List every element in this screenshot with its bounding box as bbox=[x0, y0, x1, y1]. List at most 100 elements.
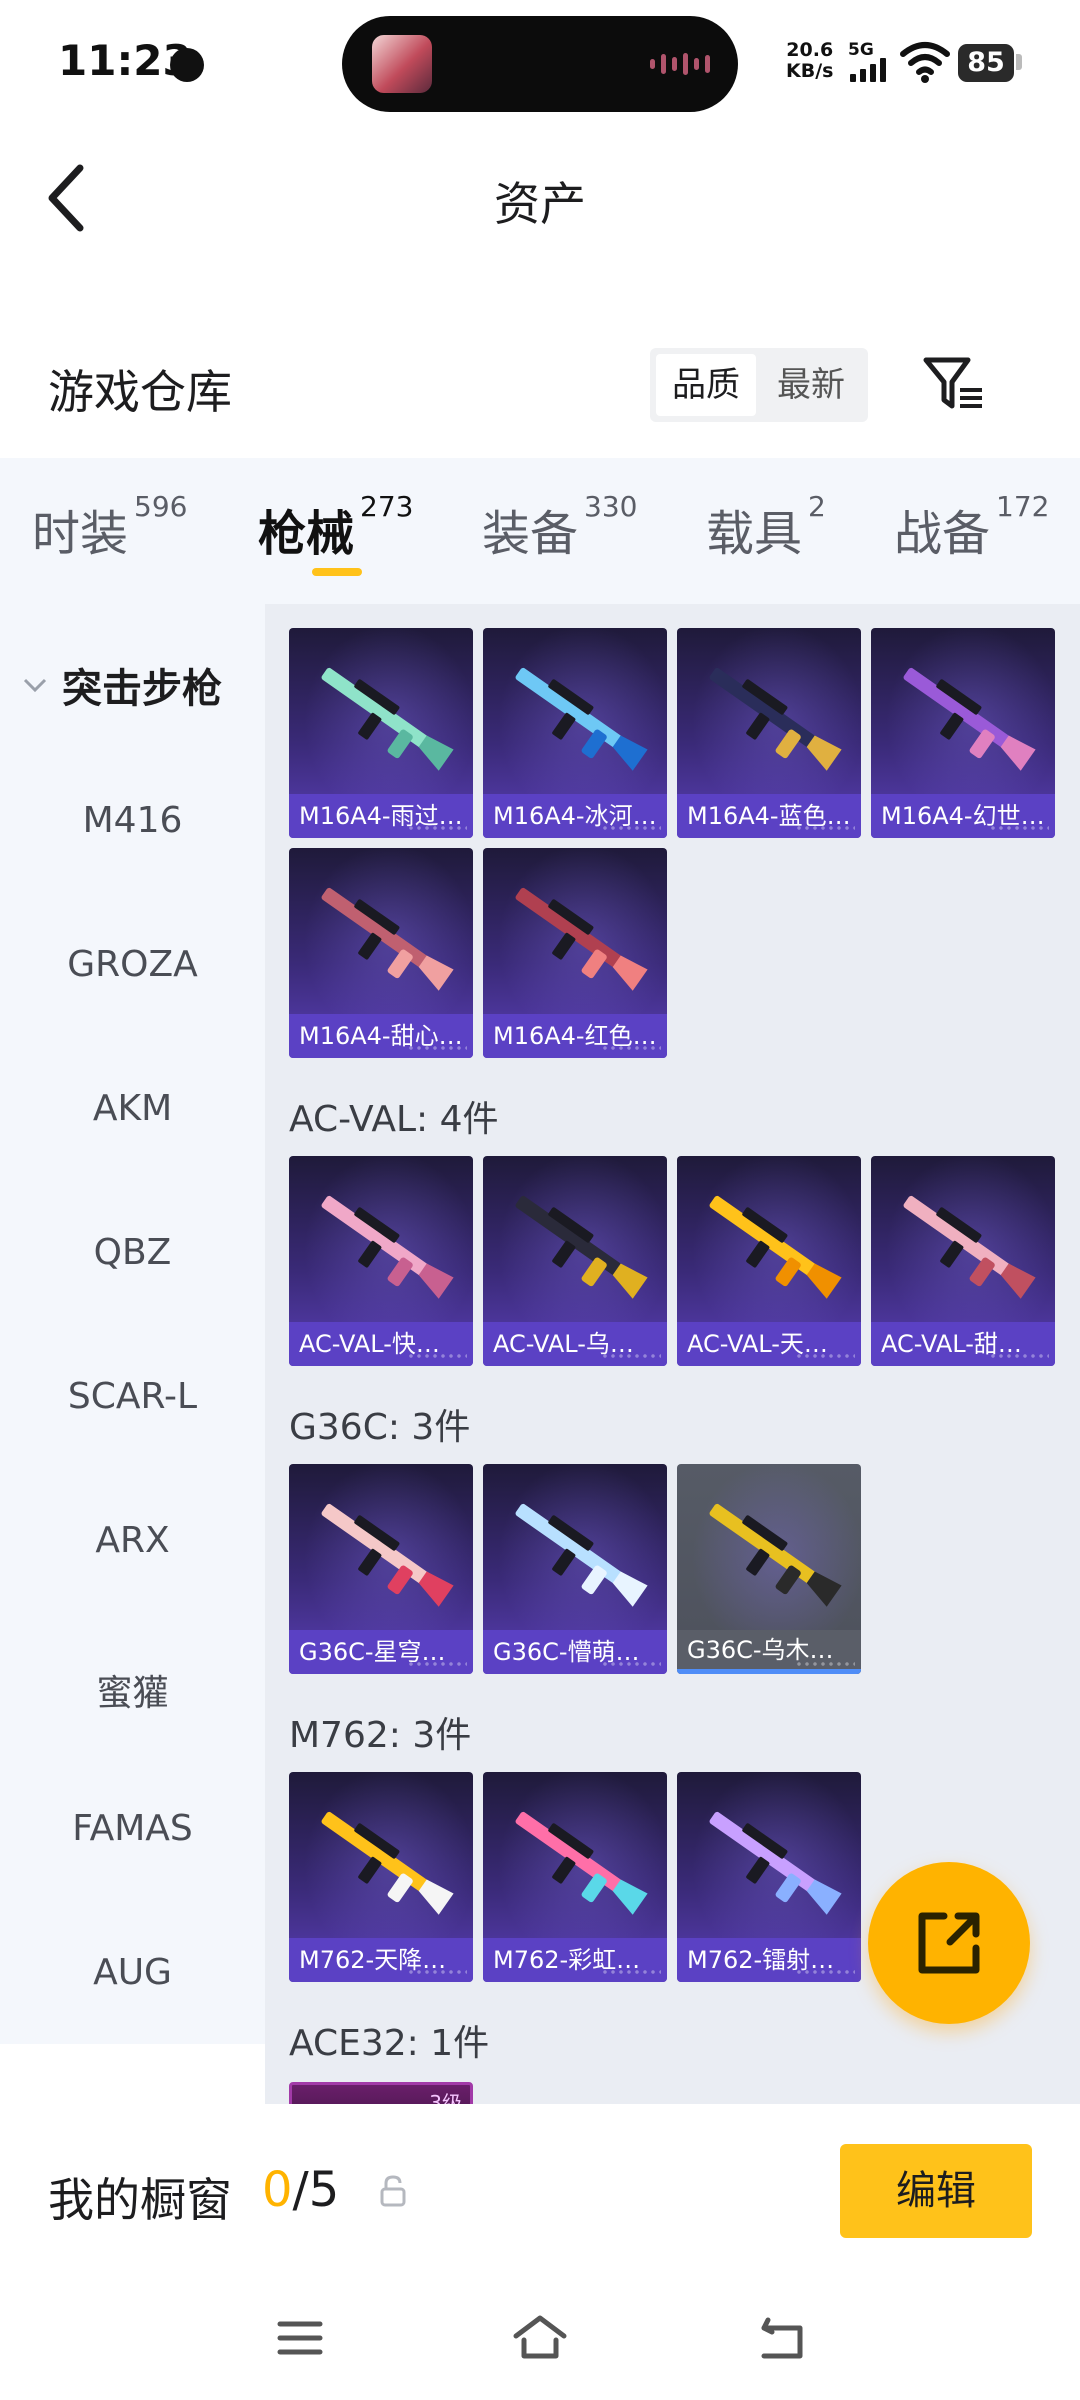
rifle-icon bbox=[321, 1503, 454, 1607]
weapon-card[interactable]: G36C-星穹… bbox=[289, 1464, 473, 1674]
sidebar-item-scar-l[interactable]: SCAR-L bbox=[0, 1376, 265, 1417]
rifle-icon bbox=[321, 667, 454, 771]
weapon-card[interactable]: G36C-乌木… bbox=[677, 1464, 861, 1674]
rifle-icon bbox=[515, 1195, 648, 1299]
weapon-card[interactable]: M16A4-蓝色… bbox=[677, 628, 861, 838]
section-label: ACE32: 1件 bbox=[289, 2023, 490, 2064]
category-tabs: 时装 596 枪械 273 装备 330 载具 2 战备 172 bbox=[0, 458, 1080, 604]
rifle-icon bbox=[709, 1503, 842, 1607]
rifle-icon bbox=[321, 1195, 454, 1299]
showcase-current: 0 bbox=[262, 2162, 293, 2218]
weapon-card[interactable]: G36C-懵萌… bbox=[483, 1464, 667, 1674]
sidebar-item-honey-badger[interactable]: 蜜獾 bbox=[0, 1664, 265, 1716]
home-icon[interactable] bbox=[510, 2310, 570, 2366]
weapon-card[interactable]: M16A4-红色… bbox=[483, 848, 667, 1058]
sidebar-item-groza[interactable]: GROZA bbox=[0, 944, 265, 985]
tab-count: 330 bbox=[584, 490, 638, 523]
tab-label: 枪械 bbox=[258, 506, 355, 562]
showcase-bar: 我的橱窗 0/5 编辑 bbox=[0, 2104, 1080, 2400]
sidebar-item-famas[interactable]: FAMAS bbox=[0, 1808, 265, 1849]
rifle-icon bbox=[903, 667, 1036, 771]
battery-icon: 85 bbox=[958, 44, 1014, 82]
signal-icon bbox=[850, 58, 886, 82]
weapon-card[interactable]: AC-VAL-甜… bbox=[871, 1156, 1055, 1366]
card-pattern bbox=[601, 1660, 661, 1670]
dynamic-island[interactable] bbox=[342, 16, 738, 112]
card-pattern bbox=[795, 1352, 855, 1362]
card-pattern bbox=[795, 1968, 855, 1978]
card-pattern bbox=[407, 1660, 467, 1670]
rifle-icon bbox=[709, 1811, 842, 1915]
filter-icon[interactable] bbox=[920, 350, 986, 416]
card-pattern bbox=[989, 824, 1049, 834]
tab-count: 273 bbox=[360, 490, 414, 523]
showcase-count: 0/5 bbox=[262, 2162, 339, 2218]
tab-label: 装备 bbox=[482, 506, 579, 562]
showcase-total: /5 bbox=[292, 2162, 340, 2218]
back-nav-icon[interactable] bbox=[752, 2310, 812, 2366]
showcase-label: 我的橱窗 bbox=[48, 2173, 232, 2227]
tab-fashion[interactable]: 时装 596 bbox=[32, 490, 187, 564]
rifle-icon bbox=[709, 1195, 842, 1299]
rifle-icon bbox=[903, 1195, 1036, 1299]
network-type: 5G bbox=[848, 40, 874, 60]
weapon-sidebar: 突击步枪 M416 GROZA AKM QBZ SCAR-L ARX 蜜獾 FA… bbox=[0, 604, 265, 2044]
weapon-card[interactable]: M16A4-冰河… bbox=[483, 628, 667, 838]
rifle-icon bbox=[321, 887, 454, 991]
wifi-icon bbox=[900, 42, 950, 83]
card-pattern bbox=[407, 1352, 467, 1362]
net-speed: 20.6 KB/s bbox=[786, 40, 833, 82]
app-avatar-icon bbox=[372, 35, 432, 93]
tab-label: 载具 bbox=[706, 506, 803, 562]
sort-option-latest[interactable]: 最新 bbox=[760, 354, 862, 416]
tab-equipment[interactable]: 装备 330 bbox=[482, 490, 637, 564]
sort-option-quality[interactable]: 品质 bbox=[656, 354, 756, 416]
sidebar-group-label: 突击步枪 bbox=[62, 666, 222, 712]
weapon-card[interactable]: M762-天降… bbox=[289, 1772, 473, 1982]
sidebar-group-assault-rifles[interactable]: 突击步枪 bbox=[22, 656, 222, 714]
sidebar-item-qbz[interactable]: QBZ bbox=[0, 1232, 265, 1273]
weapon-card[interactable]: AC-VAL-天… bbox=[677, 1156, 861, 1366]
section-label: M762: 3件 bbox=[289, 1715, 472, 1756]
warehouse-title: 游戏仓库 bbox=[48, 365, 232, 419]
weapon-card[interactable]: AC-VAL-乌… bbox=[483, 1156, 667, 1366]
section-label: G36C: 3件 bbox=[289, 1407, 471, 1448]
weapon-card[interactable]: M762-彩虹… bbox=[483, 1772, 667, 1982]
share-external-icon bbox=[918, 1912, 980, 1974]
share-button[interactable] bbox=[868, 1862, 1030, 2024]
card-pattern bbox=[407, 1968, 467, 1978]
sidebar-item-aug[interactable]: AUG bbox=[0, 1952, 265, 1993]
card-pattern bbox=[407, 824, 467, 834]
card-pattern bbox=[795, 1660, 855, 1670]
rifle-icon bbox=[321, 1811, 454, 1915]
card-pattern bbox=[989, 1352, 1049, 1362]
weapon-card[interactable]: M16A4-甜心… bbox=[289, 848, 473, 1058]
notification-icon bbox=[170, 48, 204, 82]
sidebar-item-m416[interactable]: M416 bbox=[0, 800, 265, 841]
chevron-down-icon bbox=[23, 678, 47, 693]
weapon-card[interactable]: 3级 bbox=[289, 2082, 473, 2104]
weapon-card[interactable]: M16A4-雨过… bbox=[289, 628, 473, 838]
edit-button[interactable]: 编辑 bbox=[840, 2144, 1032, 2238]
tab-vehicles[interactable]: 载具 2 bbox=[706, 490, 826, 564]
weapon-card[interactable]: M762-镭射… bbox=[677, 1772, 861, 1982]
rifle-icon bbox=[515, 887, 648, 991]
system-nav-bar bbox=[0, 2302, 1080, 2392]
tab-label: 战备 bbox=[894, 506, 991, 562]
weapon-card[interactable]: AC-VAL-快… bbox=[289, 1156, 473, 1366]
status-bar: 11:23 20.6 KB/s 5G 85 bbox=[0, 0, 1080, 120]
card-pattern bbox=[407, 1044, 467, 1054]
sidebar-item-akm[interactable]: AKM bbox=[0, 1088, 265, 1129]
tab-count: 596 bbox=[134, 490, 188, 523]
card-pattern bbox=[601, 824, 661, 834]
weapon-card[interactable]: M16A4-幻世… bbox=[871, 628, 1055, 838]
sidebar-item-arx[interactable]: ARX bbox=[0, 1520, 265, 1561]
tab-weapons[interactable]: 枪械 273 bbox=[258, 490, 413, 564]
menu-icon[interactable] bbox=[270, 2310, 330, 2366]
tab-count: 2 bbox=[808, 490, 826, 523]
rifle-icon bbox=[515, 667, 648, 771]
audio-wave-icon bbox=[650, 50, 710, 78]
level-badge: 3级 bbox=[429, 2091, 462, 2104]
tab-supplies[interactable]: 战备 172 bbox=[894, 490, 1049, 564]
tab-count: 172 bbox=[996, 490, 1050, 523]
